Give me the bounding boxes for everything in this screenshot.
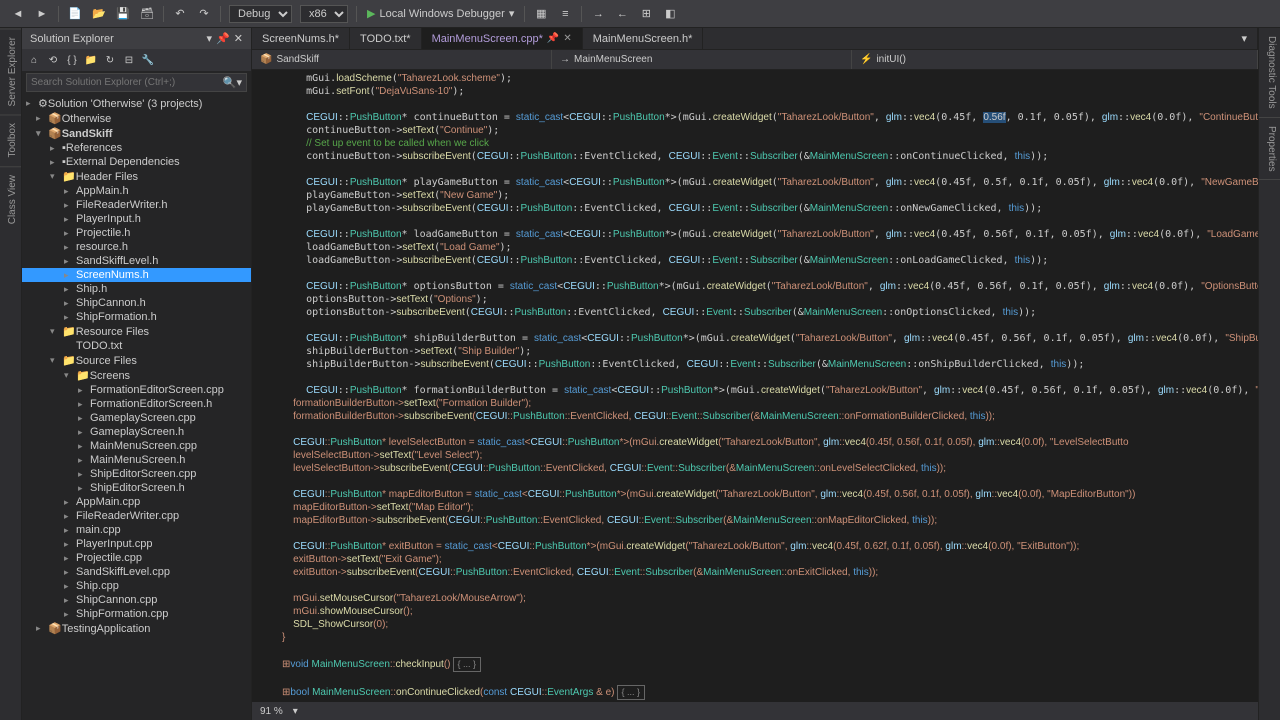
tab-todo[interactable]: TODO.txt*	[350, 28, 422, 49]
tb-icon[interactable]: →	[588, 4, 608, 24]
file-node[interactable]: ▸MainMenuScreen.cpp	[22, 439, 251, 453]
save-all-icon[interactable]: 🗃	[137, 4, 157, 24]
diagnostic-tools-tab[interactable]: Diagnostic Tools	[1259, 28, 1280, 118]
brackets-icon[interactable]: { }	[64, 52, 80, 68]
file-node[interactable]: ▸Projectile.h	[22, 226, 251, 240]
pin-icon[interactable]: 📌	[547, 33, 559, 44]
context-project[interactable]: 📦 SandSkiff	[252, 50, 552, 69]
new-icon[interactable]: 📄	[65, 4, 85, 24]
pin-icon[interactable]: 📌	[216, 32, 230, 45]
file-node[interactable]: ▸resource.h	[22, 240, 251, 254]
file-node[interactable]: ▸SandSkiffLevel.h	[22, 254, 251, 268]
file-node[interactable]: ▸Projectile.cpp	[22, 551, 251, 565]
file-node[interactable]: ▸FileReaderWriter.h	[22, 198, 251, 212]
file-node[interactable]: ▸PlayerInput.cpp	[22, 537, 251, 551]
context-method[interactable]: ⚡ initUI()	[852, 50, 1258, 69]
code-context-bar: 📦 SandSkiff → MainMenuScreen ⚡ initUI()	[252, 50, 1258, 70]
file-node[interactable]: ▸FormationEditorScreen.h	[22, 397, 251, 411]
file-node[interactable]: ▸FormationEditorScreen.cpp	[22, 383, 251, 397]
search-icon[interactable]: 🔍▾	[223, 76, 242, 89]
file-node[interactable]: ▸AppMain.cpp	[22, 495, 251, 509]
save-icon[interactable]: 💾	[113, 4, 133, 24]
file-node[interactable]: ▸ShipEditorScreen.cpp	[22, 467, 251, 481]
file-node[interactable]: ▸ShipFormation.cpp	[22, 607, 251, 621]
screens-folder[interactable]: ▾📁 Screens	[22, 368, 251, 383]
file-node[interactable]: ▸MainMenuScreen.h	[22, 453, 251, 467]
file-node[interactable]: ▸ShipEditorScreen.h	[22, 481, 251, 495]
status-bar: 91 % ▾	[252, 702, 1258, 720]
project-node[interactable]: ▸📦 TestingApplication	[22, 621, 251, 636]
nav-back-icon[interactable]: ◄	[8, 4, 28, 24]
solution-explorer: Solution Explorer ▾ 📌 ✕ ⌂ ⟲ { } 📁 ↻ ⊟ 🔧 …	[22, 28, 252, 720]
main-toolbar: ◄ ► 📄 📂 💾 🗃 ↶ ↷ Debug x86 ▶ Local Window…	[0, 0, 1280, 28]
tb-icon[interactable]: ←	[612, 4, 632, 24]
file-node[interactable]: ▸ShipCannon.h	[22, 296, 251, 310]
properties-tab[interactable]: Properties	[1259, 118, 1280, 181]
file-node[interactable]: ▸AppMain.h	[22, 184, 251, 198]
collapse-icon[interactable]: ⊟	[121, 52, 137, 68]
undo-icon[interactable]: ↶	[170, 4, 190, 24]
file-node[interactable]: TODO.txt	[22, 339, 251, 353]
editor-area: ScreenNums.h* TODO.txt* MainMenuScreen.c…	[252, 28, 1258, 720]
server-explorer-tab[interactable]: Server Explorer	[0, 28, 21, 114]
file-node[interactable]: ▸SandSkiffLevel.cpp	[22, 565, 251, 579]
sync-icon[interactable]: ⟲	[45, 52, 61, 68]
source-folder[interactable]: ▾📁 Source Files	[22, 353, 251, 368]
tb-icon[interactable]: ⊞	[636, 4, 656, 24]
platform-select[interactable]: x86	[300, 5, 348, 23]
file-node[interactable]: ▸GameplayScreen.cpp	[22, 411, 251, 425]
code-editor[interactable]: mGui.loadScheme("TaharezLook.scheme"); m…	[252, 70, 1258, 702]
tb-icon[interactable]: ▦	[531, 4, 551, 24]
solution-explorer-header: Solution Explorer ▾ 📌 ✕	[22, 28, 251, 49]
file-node[interactable]: ▸main.cpp	[22, 523, 251, 537]
context-class[interactable]: → MainMenuScreen	[552, 50, 852, 69]
tab-screennums[interactable]: ScreenNums.h*	[252, 28, 350, 49]
solution-tree: ▸⚙ Solution 'Otherwise' (3 projects) ▸📦 …	[22, 94, 251, 720]
tab-mainmenu-cpp[interactable]: MainMenuScreen.cpp*📌✕	[422, 28, 583, 49]
file-node[interactable]: ▸ShipFormation.h	[22, 310, 251, 324]
file-node[interactable]: ▸ShipCannon.cpp	[22, 593, 251, 607]
file-node[interactable]: ▸PlayerInput.h	[22, 212, 251, 226]
nav-fwd-icon[interactable]: ►	[32, 4, 52, 24]
solution-search-input[interactable]	[31, 77, 223, 88]
properties-icon[interactable]: 🔧	[140, 52, 156, 68]
zoom-level[interactable]: 91 %	[260, 706, 283, 717]
file-node[interactable]: ▸Ship.h	[22, 282, 251, 296]
home-icon[interactable]: ⌂	[26, 52, 42, 68]
zoom-dropdown-icon[interactable]: ▾	[293, 706, 298, 717]
external-deps-node[interactable]: ▸▪ External Dependencies	[22, 155, 251, 169]
start-debugger-button[interactable]: ▶ Local Windows Debugger ▾	[361, 7, 520, 20]
document-tabs: ScreenNums.h* TODO.txt* MainMenuScreen.c…	[252, 28, 1258, 50]
file-node[interactable]: ▸GameplayScreen.h	[22, 425, 251, 439]
file-node[interactable]: ▸ScreenNums.h	[22, 268, 251, 282]
classview-tab[interactable]: Class View	[0, 166, 21, 232]
references-node[interactable]: ▸▪ References	[22, 141, 251, 155]
tab-mainmenu-h[interactable]: MainMenuScreen.h*	[583, 28, 704, 49]
config-select[interactable]: Debug	[229, 5, 292, 23]
folder-icon[interactable]: 📁	[83, 52, 99, 68]
tb-icon[interactable]: ≡	[555, 4, 575, 24]
play-icon: ▶	[367, 7, 375, 20]
tab-overflow[interactable]: ▾	[1231, 28, 1258, 49]
solution-node[interactable]: ▸⚙ Solution 'Otherwise' (3 projects)	[22, 96, 251, 111]
resource-folder[interactable]: ▾📁 Resource Files	[22, 324, 251, 339]
project-node[interactable]: ▾📦 SandSkiff	[22, 126, 251, 141]
tb-icon[interactable]: ◧	[660, 4, 680, 24]
redo-icon[interactable]: ↷	[194, 4, 214, 24]
solution-search[interactable]: 🔍▾	[26, 73, 247, 92]
close-icon[interactable]: ✕	[234, 32, 243, 45]
dropdown-icon[interactable]: ▾	[207, 32, 213, 45]
project-node[interactable]: ▸📦 Otherwise	[22, 111, 251, 126]
toolbox-tab[interactable]: Toolbox	[0, 114, 21, 165]
file-node[interactable]: ▸Ship.cpp	[22, 579, 251, 593]
refresh-icon[interactable]: ↻	[102, 52, 118, 68]
right-tool-tabs: Diagnostic Tools Properties	[1258, 28, 1280, 720]
solution-toolbar: ⌂ ⟲ { } 📁 ↻ ⊟ 🔧	[22, 49, 251, 71]
headers-folder[interactable]: ▾📁 Header Files	[22, 169, 251, 184]
left-tool-tabs: Server Explorer Toolbox Class View	[0, 28, 22, 720]
close-icon[interactable]: ✕	[563, 33, 571, 44]
open-icon[interactable]: 📂	[89, 4, 109, 24]
file-node[interactable]: ▸FileReaderWriter.cpp	[22, 509, 251, 523]
